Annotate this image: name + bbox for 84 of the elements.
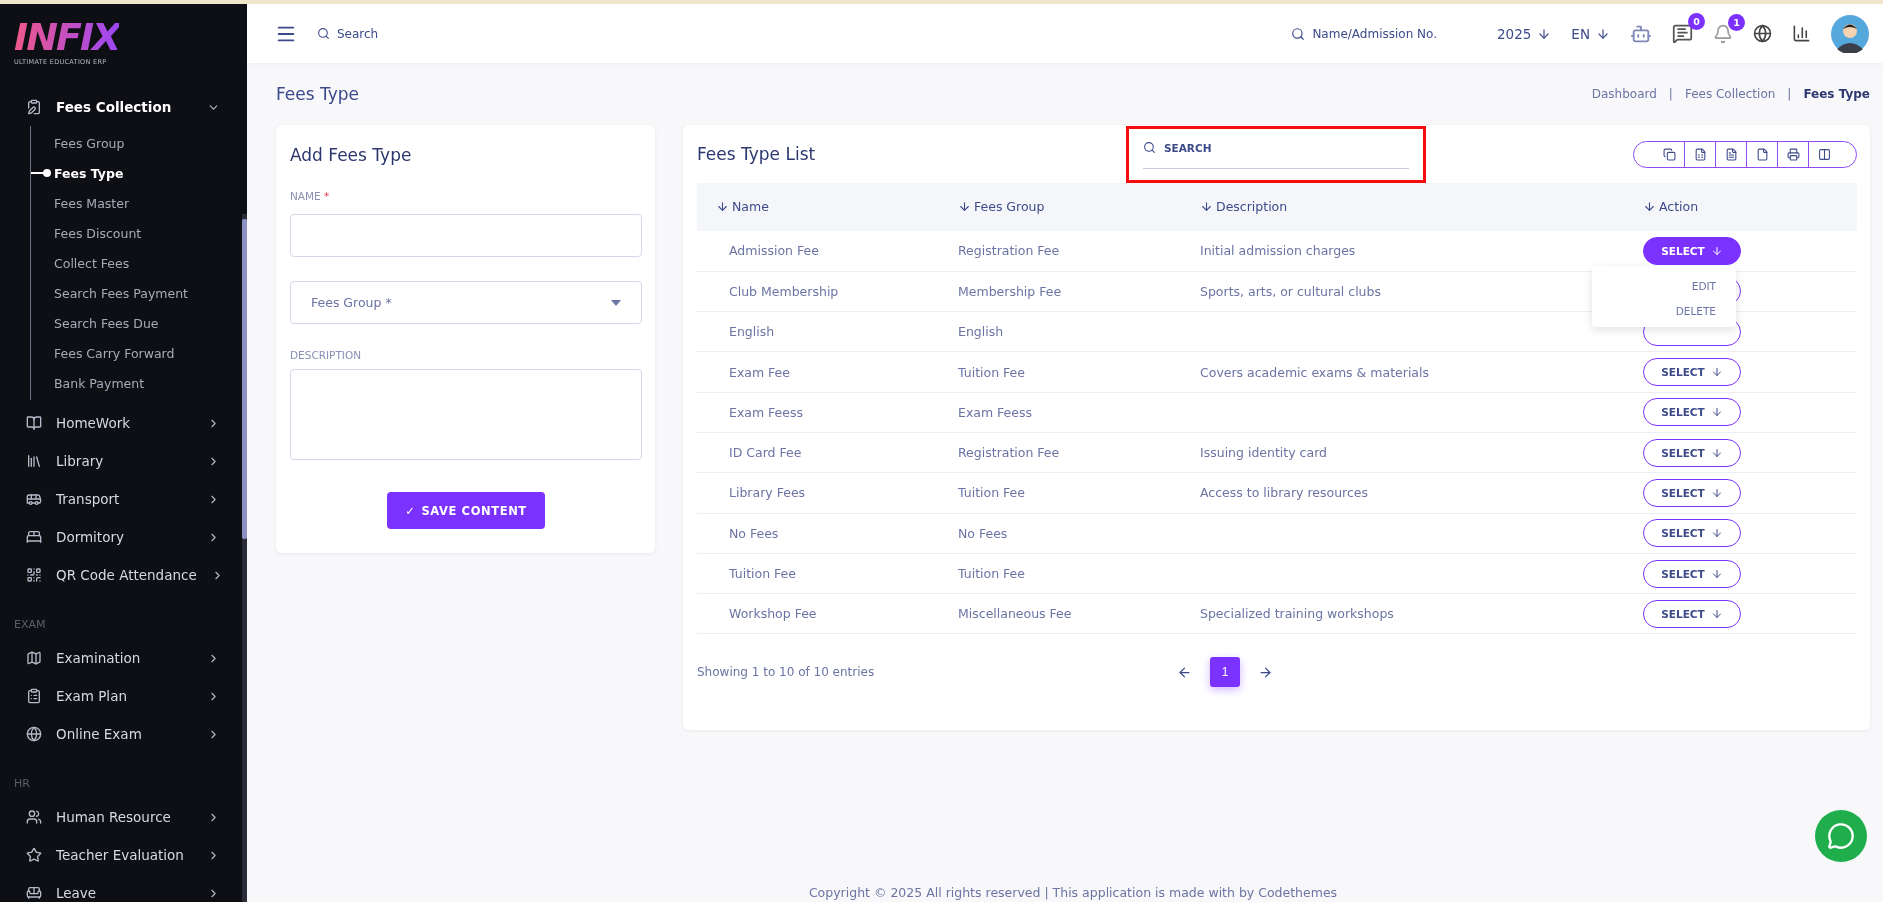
table-cell: Tuition Fee [958,351,1200,393]
table-cell: Tuition Fee [958,472,1200,514]
column-header[interactable]: Name [697,183,958,231]
table-cell: ID Card Fee [697,432,958,473]
submenu-item[interactable]: Search Fees Due [31,308,242,338]
table-cell: Issuing identity card [1200,432,1643,473]
select-button[interactable]: SELECT [1643,236,1741,265]
search-field[interactable]: Search [317,26,379,41]
table-cell: Tuition Fee [958,553,1200,594]
sidebar-item[interactable]: Library [0,442,242,480]
search-field[interactable]: SEARCH [1126,126,1426,183]
table-cell: English [697,311,958,352]
sidebar-item[interactable]: QR Code Attendance [0,556,242,594]
year-selector[interactable]: 2025 [1497,25,1552,42]
field-label: NAME * [290,190,331,202]
sidebar-item[interactable]: Exam Plan [0,677,242,715]
submenu-item[interactable]: Collect Fees [31,248,242,278]
sidebar-item[interactable]: Online Exam [0,715,242,753]
page-title: Fees Type [276,84,360,104]
table-cell: Access to library resources [1200,472,1643,514]
breadcrumb-link[interactable]: Fees Type [1803,87,1870,101]
table-cell: Exam Feess [958,392,1200,433]
table-cell: Registration Fee [958,432,1200,473]
select-button[interactable]: SELECT [1643,599,1741,628]
badge: 0 [1688,13,1705,30]
table-cell: Club Membership [697,271,958,312]
card-title: Fees Type List [697,144,816,164]
submenu-item[interactable]: Bank Payment [31,368,242,398]
sidebar-item[interactable]: Dormitory [0,518,242,556]
table-cell: No Fees [697,513,958,554]
select-button[interactable]: SELECT [1643,478,1741,507]
table-cell: Library Fees [697,472,958,514]
table-cell: Miscellaneous Fee [958,593,1200,634]
breadcrumb-separator: | [1668,87,1673,101]
language-selector[interactable]: EN [1571,25,1610,42]
table-cell: No Fees [958,513,1200,554]
fees-group-select[interactable]: Fees Group * [290,281,642,324]
select-button[interactable]: SELECT [1643,398,1741,427]
table-cell: Tuition Fee [697,553,958,594]
save-button[interactable]: ✓ SAVE CONTENT [387,492,545,529]
table-cell: Membership Fee [958,271,1200,312]
table-cell: Exam Feess [697,392,958,433]
column-header[interactable]: Description [1200,183,1643,231]
column-header[interactable]: Action [1643,183,1857,231]
submenu-item[interactable]: Fees Master [31,188,242,218]
menu-item[interactable]: DELETE [1675,305,1716,317]
sidebar-item[interactable]: Leave [0,874,242,902]
field-label: DESCRIPTION [290,349,363,361]
sidebar-item[interactable]: Teacher Evaluation [0,836,242,874]
sidebar-item[interactable]: Human Resource [0,798,242,836]
table-cell: Registration Fee [958,231,1200,272]
search-placeholder: SEARCH [1164,141,1212,154]
breadcrumb-link[interactable]: Fees Collection [1684,87,1776,101]
copyright-text: Copyright © 2025 All rights reserved | This application is made with by Codethemes [807,885,1339,902]
table-cell: Admission Fee [697,231,958,272]
table-cell: Covers academic exams & materials [1200,351,1643,393]
select-button[interactable]: SELECT [1643,358,1741,387]
table-cell: Specialized training workshops [1200,593,1643,634]
select-button[interactable]: SELECT [1643,438,1741,467]
entries-info: Showing 1 to 10 of 10 entries [697,665,876,680]
card-title: Add Fees Type [290,145,413,165]
page-button[interactable]: 1 [1210,657,1240,688]
column-header[interactable]: Fees Group [958,183,1200,231]
submenu-item[interactable]: Fees Type [31,158,242,188]
breadcrumb-separator: | [1787,87,1792,101]
sidebar-item[interactable]: Examination [0,639,242,677]
sidebar-item[interactable]: HomeWork [0,404,242,442]
sidebar-item[interactable]: Fees Collection [0,88,242,126]
sidebar-item[interactable]: Transport [0,480,242,518]
submenu-item[interactable]: Search Fees Payment [31,278,242,308]
table-cell: English [958,311,1200,352]
menu-item[interactable]: EDIT [1691,280,1716,292]
submenu-item[interactable]: Fees Carry Forward [31,338,242,368]
table-cell: Workshop Fee [697,593,958,634]
table-cell: Exam Fee [697,351,958,393]
select-button[interactable]: SELECT [1643,559,1741,588]
submenu-item[interactable]: Fees Group [31,128,242,158]
submenu-item[interactable]: Fees Discount [31,218,242,248]
badge: 1 [1728,13,1745,31]
select-button[interactable]: SELECT [1643,519,1741,548]
student-search-field[interactable]: Name/Admission No. [1291,26,1437,41]
section-heading: EXAM [13,617,47,633]
section-heading: HR [13,776,31,792]
breadcrumb-link[interactable]: Dashboard [1591,87,1657,101]
